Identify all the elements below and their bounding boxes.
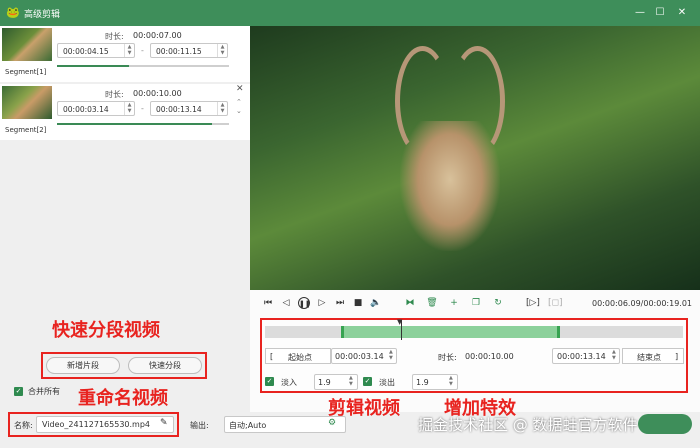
name-label: 名称: [14,421,33,430]
segment-item[interactable]: Segment[1] 时长: 00:00:07.00 00:00:04.15 ▲ ▼… [0,26,250,82]
edit-icon[interactable]: ✎ [160,418,168,428]
stepper-icon[interactable]: ▲ ▼ [389,349,393,361]
minimize-button[interactable]: — [632,5,648,21]
segment-thumbnail[interactable] [2,28,52,61]
pause-icon[interactable]: ❚❚ [298,297,311,309]
bracket-right: ] [675,352,679,361]
window-title: 高级剪辑 [24,10,61,20]
time-readout: 00:00:06.09/00:00:19.01 [592,299,692,308]
end-time-value: 00:00:13.14 [557,352,606,361]
stop-icon[interactable]: ■ [352,297,364,309]
segment-thumbnail[interactable] [2,86,52,119]
segment-start-field[interactable]: 00:00:03.14 ▲ ▼ [57,101,135,116]
split-icon[interactable]: ⧓ [404,297,416,309]
video-preview[interactable] [250,26,700,290]
add-icon[interactable]: + [448,297,460,309]
stepper-icon[interactable]: ▲ ▼ [449,375,453,387]
merge-all-label: 合并所有 [28,387,60,396]
range-separator: - [141,46,144,55]
quick-split-button[interactable]: 快速分段 [128,357,202,374]
fade-in-value: 1.9 [318,378,331,387]
annotation-rename: 重命名视频 [78,388,168,409]
maximize-button[interactable]: ☐ [652,5,668,21]
segment-end-field[interactable]: 00:00:13.14 ▲ ▼ [150,101,228,116]
segment-progress-bar [57,123,229,125]
name-value: Video_241127165530.mp4 [42,420,150,429]
stepper-icon[interactable]: ▲ ▼ [124,44,134,57]
segment-label: Segment[2] [5,126,47,134]
skip-end-icon[interactable]: ⏭ [334,297,346,309]
deer-image [400,121,500,251]
trim-duration-label: 时长: [438,353,457,362]
reorder-icon[interactable]: ⌃ ⌄ [236,98,242,116]
range-separator: - [141,104,144,113]
close-button[interactable]: ✕ [674,5,690,21]
start-point-label: 起始点 [288,353,312,362]
stepper-icon[interactable]: ▲ ▼ [349,375,353,387]
segment-duration-value: 00:00:10.00 [133,89,182,98]
stepper-icon[interactable]: ▲ ▼ [217,44,227,57]
fade-out-label: 淡出 [379,378,395,387]
add-segment-button[interactable]: 新增片段 [46,357,120,374]
delete-icon[interactable]: 🗑 [426,297,438,309]
segment-duration-label: 时长: [105,32,124,41]
segment-start-field[interactable]: 00:00:04.15 ▲ ▼ [57,43,135,58]
watermark-text: 掘金技术社区 @ 数据蛙官方软件 [418,416,638,434]
app-logo-icon: 🐸 [6,6,20,19]
start-time-value: 00:00:03.14 [335,352,384,361]
segment-label: Segment[1] [5,68,47,76]
stepper-icon[interactable]: ▲ ▼ [124,102,134,115]
output-label: 输出: [190,421,209,430]
reset-icon[interactable]: ↻ [492,297,504,309]
bracket-left: [ [270,352,274,361]
export-button[interactable] [638,414,692,434]
annotation-quick-split: 快速分段视频 [52,320,160,341]
segment-end-field[interactable]: 00:00:11.15 ▲ ▼ [150,43,228,58]
playhead[interactable] [401,320,402,340]
skip-start-icon[interactable]: ⏮ [262,297,274,309]
segment-duration-label: 时长: [105,90,124,99]
merge-all-checkbox[interactable]: ✓ [14,387,23,396]
copy-icon[interactable]: ❐ [470,297,482,309]
stepper-icon[interactable]: ▲ ▼ [217,102,227,115]
title-bar: 🐸 高级剪辑 — ☐ ✕ [0,0,700,26]
fade-in-label: 淡入 [281,378,297,387]
segment-duration-value: 00:00:07.00 [133,31,182,40]
mark-out-icon[interactable]: [◻] [548,297,563,309]
timeline-track[interactable] [265,326,683,338]
fade-out-checkbox[interactable]: ✓ [363,377,372,386]
fade-in-checkbox[interactable]: ✓ [265,377,274,386]
selected-range[interactable] [341,326,560,338]
volume-icon[interactable]: 🔈 [370,297,382,309]
output-value: 自动;Auto [229,421,267,430]
segment-progress-bar [57,65,229,67]
delete-segment-icon[interactable]: ✕ [236,84,244,94]
next-frame-icon[interactable]: ▷ [316,297,328,309]
end-point-label: 结束点 [637,353,661,362]
fade-out-value: 1.9 [416,378,429,387]
annotation-cut: 剪辑视频 [328,398,400,419]
stepper-icon[interactable]: ▲ ▼ [612,349,616,361]
prev-frame-icon[interactable]: ◁ [280,297,292,309]
trim-duration-value: 00:00:10.00 [465,352,514,361]
segment-item[interactable]: Segment[2] 时长: 00:00:10.00 00:00:03.14 ▲ ▼… [0,84,250,140]
mark-in-icon[interactable]: [▷] [526,297,540,309]
